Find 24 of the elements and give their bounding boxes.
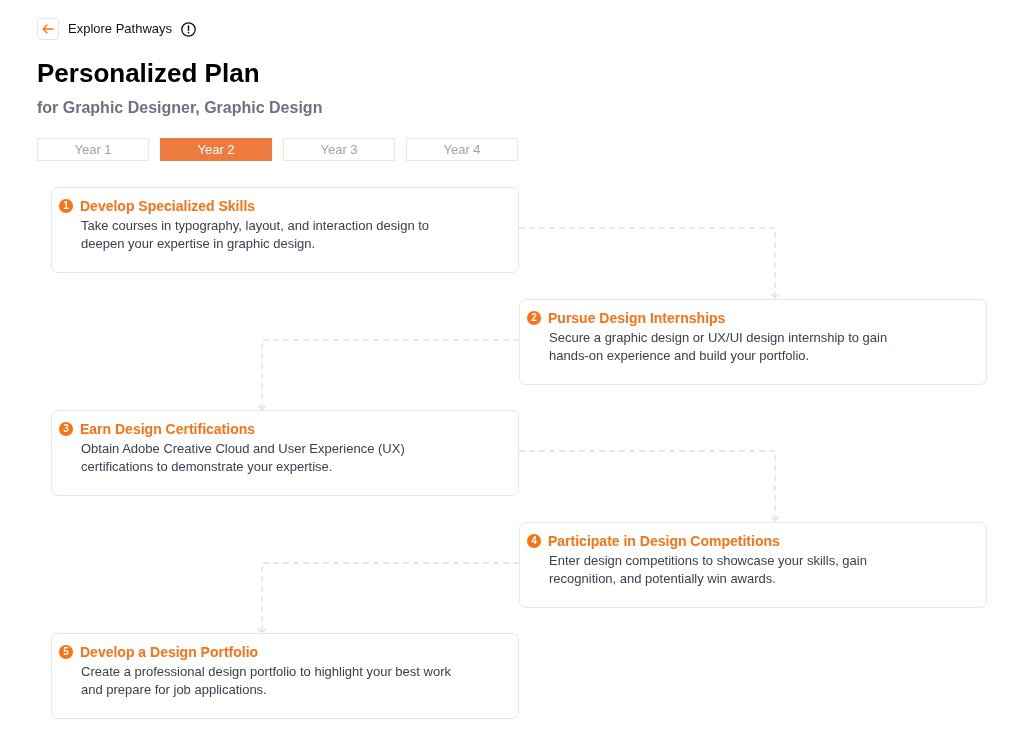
- step-description: Create a professional design portfolio to highlight your best work and prepare for job applications.: [81, 663, 452, 699]
- step-number-badge: 2: [527, 310, 541, 325]
- step-description: Secure a graphic design or UX/UI design internship to gain hands-on experience and build your portfolio.: [549, 328, 889, 365]
- step-number-badge: 5: [59, 645, 73, 659]
- step-number-badge: 3: [59, 422, 73, 436]
- year-tab[interactable]: Year 4: [406, 138, 518, 161]
- page-title: Personalized Plan: [37, 57, 260, 89]
- step-title: Develop a Design Portfolio: [80, 643, 259, 662]
- step-description: Obtain Adobe Creative Cloud and User Experience (UX) certifications to demonstrate your expertise.: [81, 440, 406, 476]
- step-description: Enter design competitions to showcase your skills, gain recognition, and potentially win awards.: [549, 551, 868, 588]
- step-description: Take courses in typography, layout, and interaction design to deepen your expertise in graphic design.: [81, 217, 431, 253]
- step-title: Pursue Design Internships: [548, 308, 726, 328]
- year-tab[interactable]: Year 1: [37, 138, 149, 161]
- step-title: Earn Design Certifications: [80, 420, 256, 439]
- year-tab[interactable]: Year 2: [160, 138, 272, 161]
- back-label[interactable]: Explore Pathways: [68, 18, 173, 40]
- back-arrow-icon: [42, 24, 54, 34]
- step-number-badge: 4: [527, 533, 541, 548]
- step-number-badge: 1: [59, 199, 73, 213]
- step-title: Develop Specialized Skills: [80, 197, 256, 216]
- year-tab[interactable]: Year 3: [283, 138, 395, 161]
- exclamation-circle-icon[interactable]: [181, 21, 197, 37]
- step-title: Participate in Design Competitions: [548, 531, 780, 551]
- page-subtitle: for Graphic Designer, Graphic Design: [37, 98, 323, 118]
